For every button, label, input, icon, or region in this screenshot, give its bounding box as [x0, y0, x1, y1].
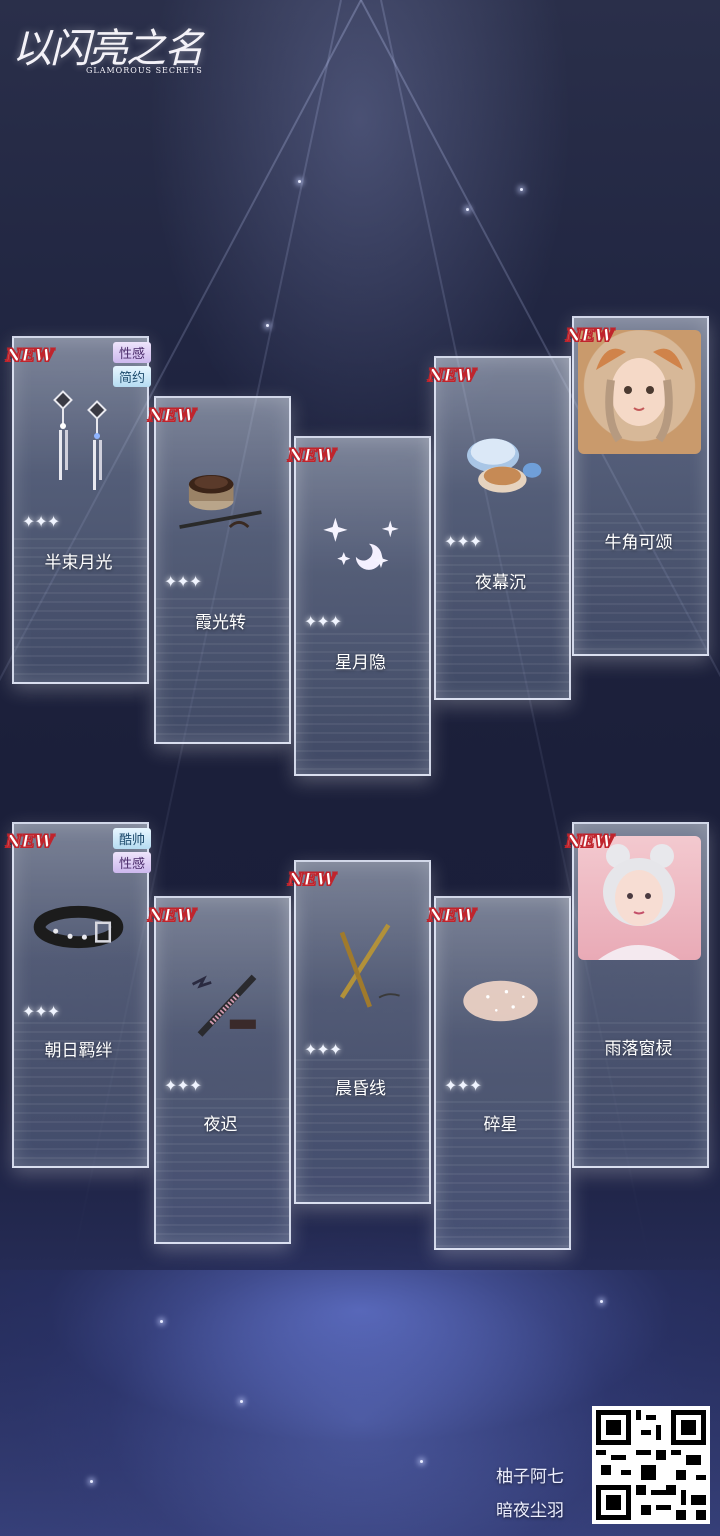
rarity-stars: ✦✦✦ — [304, 1040, 342, 1059]
sparkle — [466, 208, 469, 211]
sparkle — [420, 1460, 423, 1463]
style-tag: 酷帅 — [112, 828, 151, 849]
sparkle — [266, 324, 269, 327]
sparkle — [240, 1400, 243, 1403]
new-badge: NEW — [428, 366, 477, 387]
new-badge: NEW — [566, 832, 615, 853]
new-badge: NEW — [148, 906, 197, 927]
logo-subtitle: GLAMOROUS SECRETS — [86, 66, 203, 75]
rarity-stars: ✦✦✦ — [22, 512, 60, 531]
rarity-stars: ✦✦✦ — [164, 1076, 202, 1095]
item-card[interactable]: NEW 牛角可颂 — [566, 316, 709, 656]
sparkle — [90, 1480, 93, 1483]
item-name: 夜迟 — [203, 1115, 238, 1135]
earrings-icon — [32, 386, 125, 496]
credit-line-1: 柚子阿七 — [496, 1467, 564, 1487]
item-name: 星月隐 — [335, 653, 386, 673]
eyebrow-pencil-icon — [314, 910, 407, 1020]
powder-compact-icon — [454, 406, 547, 516]
new-badge: NEW — [566, 326, 615, 347]
sparkle — [298, 180, 301, 183]
item-name: 晨昏线 — [335, 1079, 386, 1099]
sparkle — [160, 1320, 163, 1323]
new-badge: NEW — [288, 870, 337, 891]
rarity-stars: ✦✦✦ — [444, 1076, 482, 1095]
gel-eyeliner-pot-icon — [174, 446, 267, 556]
rarity-stars: ✦✦✦ — [444, 532, 482, 551]
girl-portrait-silver — [578, 836, 701, 960]
new-badge: NEW — [288, 446, 337, 467]
item-card[interactable]: NEW 酷帅 性感 ✦✦✦ 朝日羁绊 — [6, 822, 151, 1168]
style-tag: 性感 — [112, 342, 151, 363]
girl-portrait-horns — [578, 330, 701, 454]
glitter-blush-icon — [454, 946, 547, 1056]
item-card[interactable]: NEW 雨落窗棂 — [566, 822, 709, 1168]
item-card[interactable]: NEW ✦✦✦ 夜幕沉 — [428, 356, 571, 700]
item-card[interactable]: NEW ✦✦✦ 碎星 — [428, 896, 571, 1250]
star-moon-sparkle-icon — [314, 486, 407, 596]
item-name: 朝日羁绊 — [44, 1041, 113, 1061]
new-badge: NEW — [148, 406, 197, 427]
rarity-stars: ✦✦✦ — [304, 612, 342, 631]
style-tag: 简约 — [112, 366, 151, 387]
sparkle — [520, 188, 523, 191]
rarity-stars: ✦✦✦ — [22, 1002, 60, 1021]
item-name: 霞光转 — [195, 613, 246, 633]
liquid-eyeliner-icon — [174, 946, 267, 1056]
rarity-stars: ✦✦✦ — [164, 572, 202, 591]
item-card[interactable]: NEW ✦✦✦ 夜迟 — [148, 896, 291, 1244]
credit-line-2: 暗夜尘羽 — [496, 1501, 564, 1521]
item-card[interactable]: NEW ✦✦✦ 晨昏线 — [288, 860, 431, 1204]
new-badge: NEW — [428, 906, 477, 927]
new-badge: NEW — [6, 346, 55, 367]
item-card[interactable]: NEW ✦✦✦ 星月隐 — [288, 436, 431, 776]
item-name: 雨落窗棂 — [604, 1039, 673, 1059]
new-badge: NEW — [6, 832, 55, 853]
item-name: 半束月光 — [44, 553, 113, 573]
item-name: 碎星 — [483, 1115, 518, 1135]
style-tag: 性感 — [112, 852, 151, 873]
item-card[interactable]: NEW 性感 简约 ✦✦✦ 半束月光 — [6, 336, 151, 684]
sparkle — [600, 1300, 603, 1303]
game-logo: 以闪亮之名 GLAMOROUS SECRETS — [12, 16, 204, 75]
qr-code[interactable] — [592, 1406, 710, 1524]
item-card[interactable]: NEW ✦✦✦ 霞光转 — [148, 396, 291, 744]
item-name: 夜幕沉 — [475, 573, 526, 593]
leather-choker-icon — [32, 872, 125, 982]
item-name: 牛角可颂 — [604, 533, 673, 553]
